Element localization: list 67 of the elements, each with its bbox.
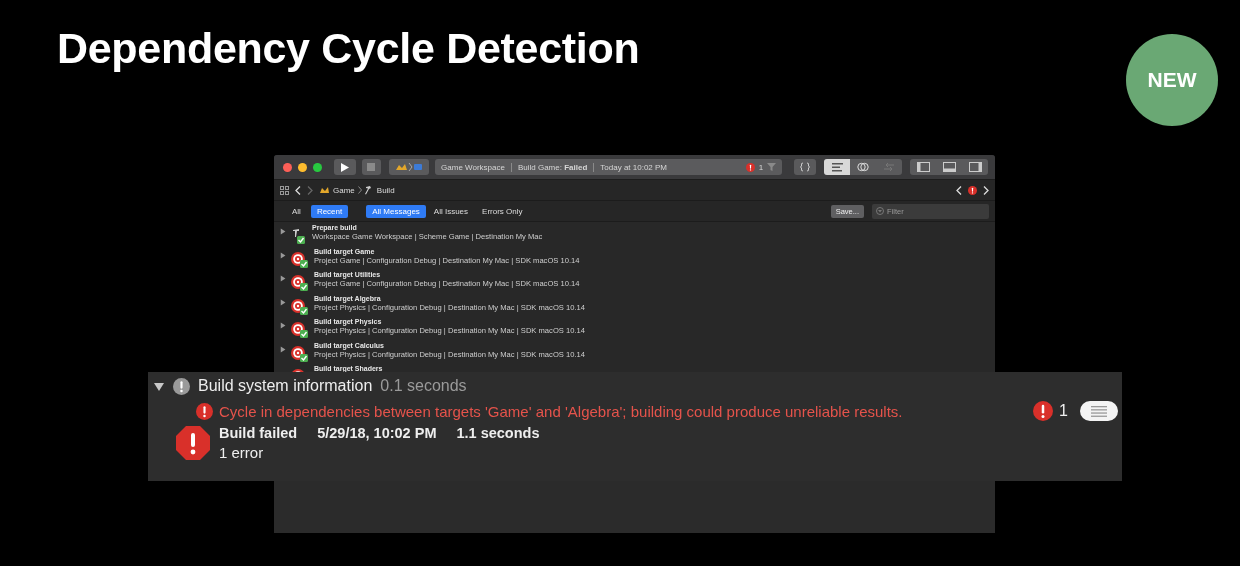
next-issue-icon[interactable] [983, 185, 989, 195]
stop-button[interactable] [361, 159, 382, 175]
filter-tab[interactable]: All Messages [366, 204, 426, 218]
target-check-icon [291, 322, 309, 338]
build-status: Build Game: Failed [517, 162, 588, 172]
arrows-icon [883, 163, 895, 171]
build-result: Build failed [219, 425, 298, 441]
previous-issue-icon[interactable] [956, 185, 962, 195]
zoom-window-button[interactable] [312, 162, 322, 172]
issue-count: 1 [758, 162, 764, 172]
scheme-selector[interactable] [389, 159, 430, 175]
filter-tab[interactable]: Errors Only [476, 204, 529, 218]
error-icon [968, 185, 977, 195]
filter-tab[interactable]: All Issues [427, 204, 475, 218]
play-icon [340, 162, 349, 172]
run-button[interactable] [333, 159, 356, 175]
build-duration: 1.1 seconds [456, 425, 540, 441]
bottom-panel-icon [942, 162, 956, 172]
show-log-button[interactable] [1080, 401, 1118, 421]
disclosure-triangle-icon[interactable] [279, 275, 286, 282]
chevron-icon [357, 186, 362, 194]
lines-icon [1091, 405, 1107, 417]
path-item[interactable]: Game [333, 185, 355, 195]
hammer-check-icon [291, 228, 307, 244]
build-date: 5/29/18, 10:02 PM [317, 425, 437, 441]
build-time: Today at 10:02 PM [600, 162, 668, 172]
build-failed-icon [175, 425, 211, 461]
code-review-button[interactable] [794, 159, 816, 175]
disclosure-triangle-icon[interactable] [279, 322, 286, 329]
disclosure-triangle-icon[interactable] [279, 298, 286, 306]
close-window-button[interactable] [283, 162, 292, 172]
target-check-icon [291, 275, 309, 291]
path-item[interactable]: Build [376, 185, 395, 195]
overlapping-circles-icon [857, 162, 869, 172]
disclosure-triangle-icon[interactable] [279, 345, 286, 353]
error-count: 1 [1059, 402, 1068, 420]
left-panel-icon [916, 162, 930, 172]
disclosure-triangle-icon[interactable] [279, 251, 286, 259]
section-title: Build system information [198, 377, 373, 395]
section-duration: 0.1 seconds [380, 377, 467, 395]
new-badge: NEW [1126, 34, 1218, 126]
filter-icon [876, 207, 884, 215]
error-count-icon [1033, 401, 1054, 421]
error-icon [745, 162, 755, 172]
error-message: Cycle in dependencies between targets 'Game' and 'Algebra'; building could produce unreliable results. [219, 402, 903, 420]
minimize-window-button[interactable] [297, 162, 307, 172]
related-items-icon[interactable] [280, 185, 289, 195]
disclosure-triangle-icon[interactable] [153, 380, 165, 392]
scheme-icon [395, 162, 424, 172]
right-panel-icon [968, 162, 982, 172]
stop-icon [367, 163, 376, 171]
target-check-icon [291, 251, 309, 268]
target-check-icon [291, 298, 309, 315]
info-icon [173, 377, 190, 395]
braces-icon [800, 162, 811, 172]
error-icon [196, 402, 213, 420]
filter-tab[interactable]: All [286, 204, 307, 218]
target-check-icon [291, 345, 309, 362]
workspace-label: Game Workspace [441, 162, 505, 172]
standard-editor-button[interactable] [824, 159, 850, 175]
lines-icon [831, 162, 843, 172]
slide-title: Dependency Cycle Detection [57, 24, 640, 73]
error-summary: 1 error [219, 444, 265, 461]
disclosure-triangle-icon[interactable] [279, 228, 286, 235]
hammer-icon [364, 185, 374, 195]
filter-tab[interactable]: Recent [310, 204, 349, 218]
filter-icon [767, 163, 777, 171]
